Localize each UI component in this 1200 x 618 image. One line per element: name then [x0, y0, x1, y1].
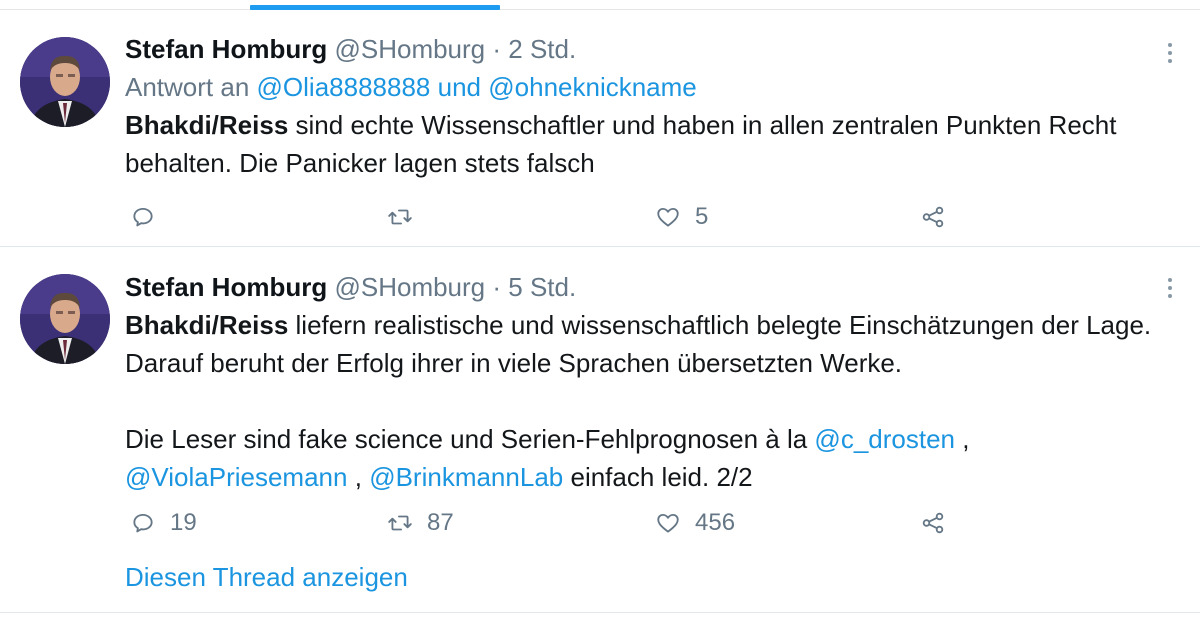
author-handle[interactable]: @SHomburg: [334, 34, 485, 64]
share-button[interactable]: [920, 197, 946, 237]
reply-button[interactable]: [130, 197, 170, 237]
author-name[interactable]: Stefan Homburg: [125, 34, 327, 64]
like-icon: [657, 513, 679, 533]
bold-text: Bhakdi/Reiss: [125, 310, 289, 340]
tweet-body-2-pre: Die Leser sind fake science und Serien-F…: [125, 424, 808, 454]
comma: ,: [962, 424, 970, 454]
tweet[interactable]: Stefan Homburg @SHomburg · 5 Std. Bhakdi…: [0, 248, 1200, 613]
action-bar: 19 87 456: [125, 503, 955, 543]
tweet-time[interactable]: 2 Std.: [508, 34, 576, 64]
tweet-header: Stefan Homburg @SHomburg · 2 Std.: [125, 30, 1165, 68]
like-count: 456: [695, 509, 736, 536]
mention-c-drosten[interactable]: @c_drosten: [814, 424, 955, 454]
avatar[interactable]: [20, 274, 110, 364]
mention-viola-priesemann[interactable]: @ViolaPriesemann: [125, 462, 347, 492]
retweet-icon: [388, 209, 412, 225]
meta-separator: ·: [492, 272, 502, 302]
tweet-time[interactable]: 5 Std.: [508, 272, 576, 302]
tweet-text-2: Die Leser sind fake science und Serien-F…: [125, 420, 1165, 496]
tweet[interactable]: Stefan Homburg @SHomburg · 2 Std. Antwor…: [0, 10, 1200, 247]
show-thread-link[interactable]: Diesen Thread anzeigen: [125, 558, 408, 596]
comma: ,: [354, 462, 362, 492]
tweet-body-2-post: einfach leid. 2/2: [570, 462, 753, 492]
like-button[interactable]: 5: [655, 197, 708, 237]
meta-separator: ·: [492, 34, 502, 64]
mention-brinkmann-lab[interactable]: @BrinkmannLab: [369, 462, 563, 492]
tweet-text: Bhakdi/Reiss sind echte Wissenschaftler …: [125, 106, 1165, 182]
reply-mention-1[interactable]: @Olia8888888: [257, 72, 431, 102]
tweet-header: Stefan Homburg @SHomburg · 5 Std.: [125, 268, 1165, 306]
reply-icon: [133, 207, 153, 227]
reply-mention-2[interactable]: @ohneknickname: [488, 72, 697, 102]
retweet-button[interactable]: [387, 197, 427, 237]
retweet-count: 87: [427, 509, 454, 536]
reply-to-line: Antwort an @Olia8888888 und @ohneknickna…: [125, 68, 1165, 106]
like-count: 5: [695, 203, 709, 230]
retweet-button[interactable]: 87: [387, 503, 454, 543]
avatar[interactable]: [20, 37, 110, 127]
reply-count: 19: [170, 509, 197, 536]
bold-text: Bhakdi/Reiss: [125, 110, 289, 140]
reply-and[interactable]: und: [438, 72, 481, 102]
share-button[interactable]: [920, 503, 946, 543]
action-bar: 5: [125, 197, 955, 237]
like-button[interactable]: 456: [655, 503, 735, 543]
reply-icon: [133, 513, 153, 533]
reply-button[interactable]: 19: [130, 503, 197, 543]
retweet-icon: [388, 515, 412, 531]
share-icon: [922, 206, 944, 228]
author-name[interactable]: Stefan Homburg: [125, 272, 327, 302]
share-icon: [922, 512, 944, 534]
tweet-text: Bhakdi/Reiss liefern realistische und wi…: [125, 306, 1165, 382]
reply-prefix: Antwort an: [125, 72, 250, 102]
like-icon: [657, 207, 679, 227]
author-handle[interactable]: @SHomburg: [334, 272, 485, 302]
